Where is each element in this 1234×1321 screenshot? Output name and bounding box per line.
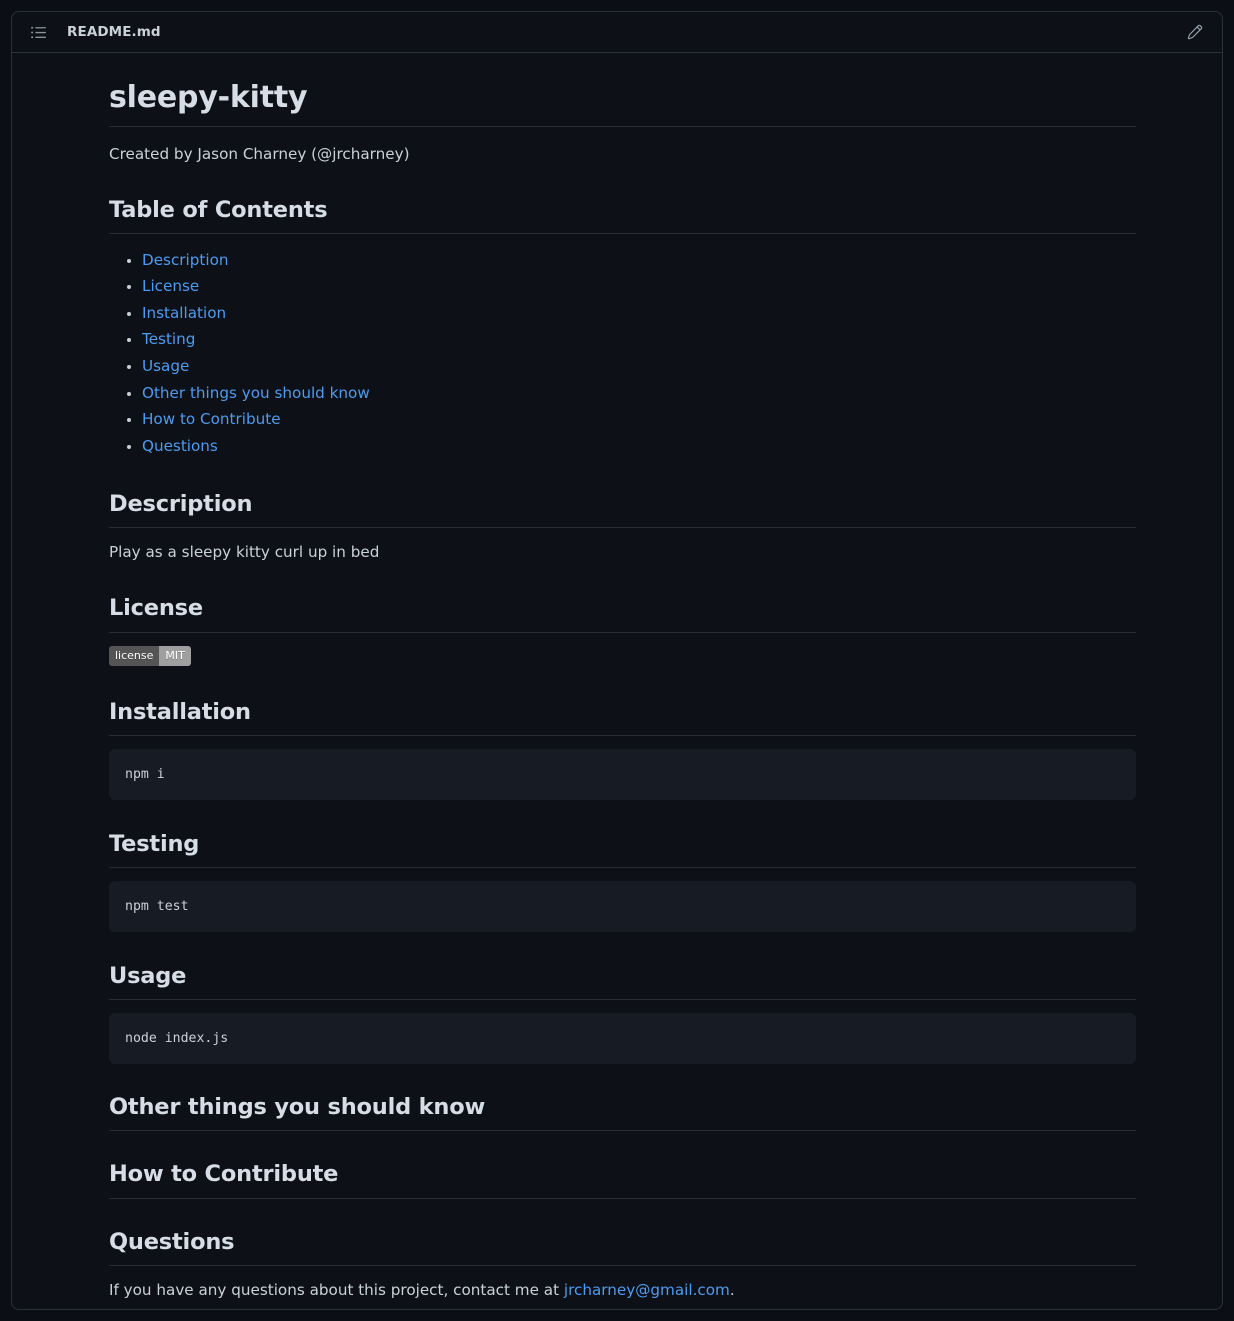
toc-link-description[interactable]: Description [142, 251, 229, 269]
license-badge-row: license MIT [109, 645, 1136, 668]
code-block-usage: node index.js [109, 1013, 1136, 1065]
pencil-icon [1186, 24, 1203, 41]
list-item: How to Contribute [142, 407, 1136, 434]
heading-table-of-contents: Table of Contents [109, 196, 1136, 235]
list-item: Installation [142, 300, 1136, 327]
list-item: Testing [142, 327, 1136, 354]
toc-link-usage[interactable]: Usage [142, 357, 189, 375]
contact-email-link[interactable]: jrcharney@gmail.com [564, 1281, 730, 1299]
questions-paragraph: If you have any questions about this pro… [109, 1279, 1136, 1303]
description-paragraph: Play as a sleepy kitty curl up in bed [109, 542, 380, 561]
heading-usage: Usage [109, 962, 1136, 1001]
list-item: Other things you should know [142, 380, 1136, 407]
list-item: Usage [142, 353, 1136, 380]
heading-how-to-contribute: How to Contribute [109, 1160, 1136, 1199]
badge-value: MIT [159, 645, 191, 666]
file-name-label: README.md [67, 24, 161, 40]
status-badge: license MIT [109, 645, 191, 666]
code-block-testing: npm test [109, 880, 1136, 933]
toc-link-installation[interactable]: Installation [142, 304, 226, 322]
badge-label: license [109, 645, 160, 666]
heading-description: Description [109, 490, 1136, 528]
heading-testing: Testing [109, 830, 1136, 868]
list-icon[interactable] [30, 24, 47, 41]
questions-text-after: . [729, 1280, 735, 1299]
table-of-contents-list: Description License Installation Testing… [109, 247, 1136, 460]
questions-text-before: If you have any questions about this pro… [109, 1280, 564, 1299]
heading-other-things: Other things you should know [109, 1093, 1136, 1132]
code-text: npm i [125, 766, 165, 782]
toc-link-other-things[interactable]: Other things you should know [142, 384, 370, 402]
heading-questions: Questions [109, 1228, 1136, 1266]
file-header-left: README.md [30, 24, 161, 41]
code-block-installation: npm i [109, 748, 1136, 800]
code-text: npm test [125, 898, 189, 914]
file-header-bar: README.md [12, 12, 1222, 53]
list-item: Questions [142, 433, 1136, 460]
code-text: node index.js [125, 1031, 229, 1047]
readme-viewer-panel: README.md sleepy-kitty Created by Jason … [11, 11, 1223, 1310]
byline-paragraph: Created by Jason Charney (@jrcharney) [109, 144, 410, 163]
edit-file-button[interactable] [1184, 22, 1204, 42]
toc-link-testing[interactable]: Testing [142, 330, 195, 348]
page-title: sleepy-kitty [109, 79, 1136, 127]
toc-link-questions[interactable]: Questions [142, 437, 218, 455]
list-item: License [142, 274, 1136, 301]
heading-license: License [109, 594, 1136, 633]
heading-installation: Installation [109, 698, 1136, 736]
toc-link-license[interactable]: License [142, 277, 199, 295]
list-item: Description [142, 247, 1136, 274]
toc-link-how-to-contribute[interactable]: How to Contribute [142, 410, 281, 428]
markdown-content: sleepy-kitty Created by Jason Charney (@… [12, 53, 1222, 1302]
